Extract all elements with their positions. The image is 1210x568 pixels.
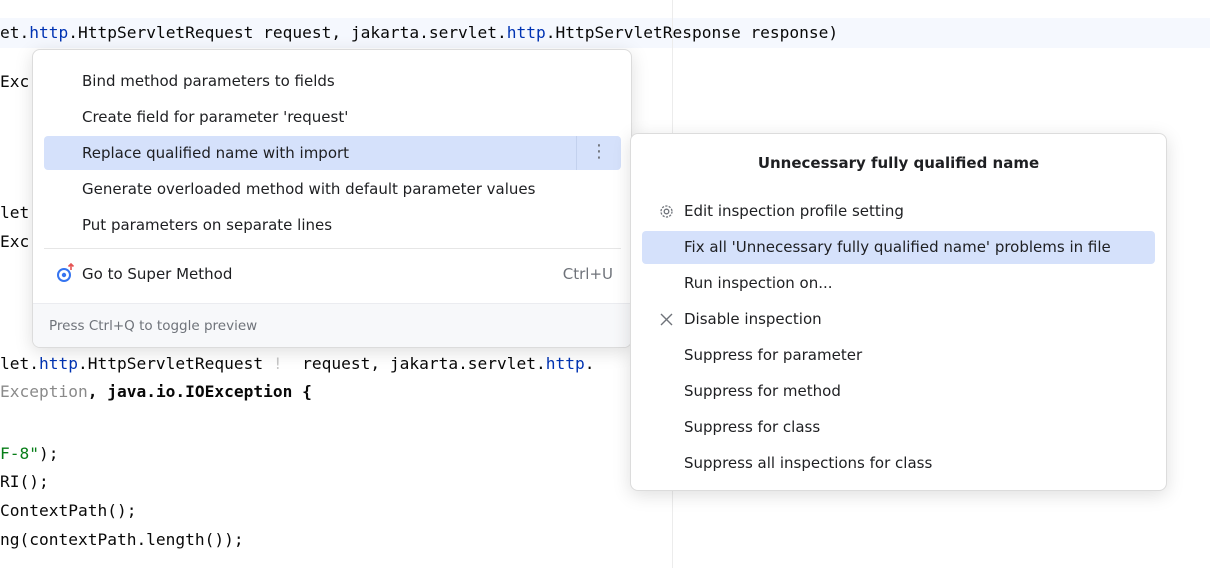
inspection-item-label: Suppress for method [684, 382, 841, 400]
settings-icon [660, 205, 673, 218]
intention-item-label: Replace qualified name with import [82, 144, 350, 162]
menu-separator [44, 248, 621, 249]
intention-actions-popup: Bind method parameters to fields Create … [32, 49, 632, 348]
super-method-shortcut: Ctrl+U [562, 265, 613, 283]
inspection-item-label: Edit inspection profile setting [684, 202, 904, 220]
code-token: Exc [0, 232, 30, 251]
super-method-label: Go to Super Method [82, 265, 233, 283]
code-token: Exception [0, 382, 88, 401]
popup-footer-hint: Press Ctrl+Q to toggle preview [33, 303, 631, 347]
intention-item-create-field[interactable]: Create field for parameter 'request' [44, 100, 621, 134]
code-token: http [38, 354, 78, 373]
fix-all-problems-item[interactable]: Fix all 'Unnecessary fully qualified nam… [642, 231, 1155, 264]
inspection-item-label: Suppress for class [684, 418, 821, 436]
run-inspection-item[interactable]: Run inspection on... [642, 267, 1155, 300]
code-token: et. [0, 23, 30, 42]
code-token: .HttpServletResponse response) [545, 23, 839, 42]
intention-item-bind-parameters[interactable]: Bind method parameters to fields [44, 64, 621, 98]
disable-inspection-item[interactable]: Disable inspection [642, 303, 1155, 336]
code-token: http [545, 354, 585, 373]
inspection-title: Unnecessary fully qualified name [757, 154, 1040, 172]
inspection-item-label: Disable inspection [684, 310, 822, 328]
go-to-super-method-item[interactable]: Go to Super Method Ctrl+U [44, 257, 621, 291]
code-token: ContextPath(); [0, 501, 137, 520]
inspection-item-label: Suppress all inspections for class [684, 454, 933, 472]
code-token: F-8" [0, 444, 39, 463]
code-token: let. [0, 354, 39, 373]
intention-item-replace-qualified-name[interactable]: Replace qualified name with import ⋮ [44, 136, 621, 170]
code-token: request, jakarta.servlet. [282, 354, 546, 373]
inspection-item-label: Suppress for parameter [684, 346, 863, 364]
vertical-dots-icon[interactable]: ⋮ [576, 136, 621, 170]
intention-item-label: Bind method parameters to fields [82, 72, 335, 90]
inspection-item-label: Run inspection on... [684, 274, 833, 292]
code-token: ng(contextPath.length()); [0, 530, 244, 549]
inspection-item-label: Fix all 'Unnecessary fully qualified nam… [684, 238, 1111, 256]
code-token: http [29, 23, 69, 42]
suppress-for-class-item[interactable]: Suppress for class [642, 411, 1155, 444]
code-token: Exc [0, 72, 30, 91]
code-token: , java.io.IOException { [87, 382, 312, 401]
edit-inspection-profile-item[interactable]: Edit inspection profile setting [642, 195, 1155, 228]
code-line: ng(contextPath.length()); [0, 528, 244, 552]
code-line: ContextPath(); [0, 499, 136, 523]
intention-item-parameters-separate-lines[interactable]: Put parameters on separate lines [44, 208, 621, 242]
code-token: RI(); [0, 472, 49, 491]
intention-item-label: Put parameters on separate lines [82, 216, 333, 234]
code-token: .HttpServletRequest [77, 354, 273, 373]
code-token: ); [38, 444, 59, 463]
code-line: Exc [0, 230, 29, 254]
intention-item-generate-overloaded[interactable]: Generate overloaded method with default … [44, 172, 621, 206]
suppress-for-method-item[interactable]: Suppress for method [642, 375, 1155, 408]
close-icon [660, 313, 673, 326]
code-line: let.http.HttpServletRequest ! request, j… [0, 352, 595, 376]
code-line: F-8"); [0, 442, 58, 466]
code-line: RI(); [0, 470, 49, 494]
code-line: Exc [0, 70, 29, 94]
intention-item-label: Create field for parameter 'request' [82, 108, 349, 126]
code-token: .HttpServletRequest request, jakarta.ser… [68, 23, 507, 42]
super-method-icon [57, 262, 75, 282]
code-token: ! [272, 354, 283, 373]
code-token: http [506, 23, 546, 42]
code-token: let [0, 203, 30, 222]
code-token: . [584, 354, 595, 373]
code-line: Exception, java.io.IOException { [0, 380, 312, 404]
suppress-for-parameter-item[interactable]: Suppress for parameter [642, 339, 1155, 372]
code-line: et.http.HttpServletRequest request, jaka… [0, 21, 838, 45]
code-line: let [0, 201, 29, 225]
intention-item-label: Generate overloaded method with default … [82, 180, 536, 198]
suppress-all-inspections-item[interactable]: Suppress all inspections for class [642, 447, 1155, 480]
inspection-options-popup: Unnecessary fully qualified name Edit in… [630, 133, 1167, 491]
